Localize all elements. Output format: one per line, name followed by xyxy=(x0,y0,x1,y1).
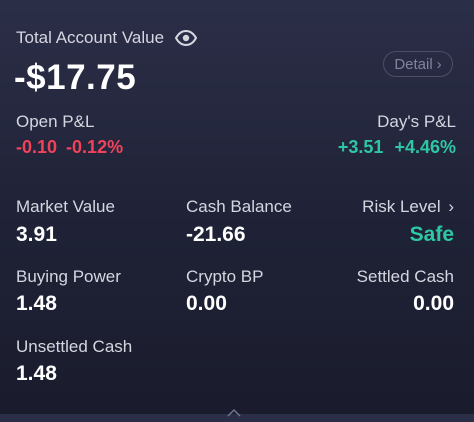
total-account-value-label: Total Account Value xyxy=(16,28,165,47)
crypto-bp-label: Crypto BP xyxy=(186,267,264,286)
buying-power-value: 1.48 xyxy=(16,292,57,315)
chevron-right-icon: › xyxy=(436,55,442,73)
days-pl-amount: +3.51 xyxy=(337,137,384,157)
market-value-label: Market Value xyxy=(16,197,115,216)
total-account-value: -$17.75 xyxy=(14,58,137,97)
open-pl-percent: -0.12% xyxy=(66,137,124,157)
buying-power-label: Buying Power xyxy=(16,267,121,286)
chevron-right-icon: › xyxy=(448,197,454,216)
risk-level-link[interactable]: Risk Level › xyxy=(362,197,454,217)
open-pl-values: -0.10 -0.12% xyxy=(16,137,123,158)
detail-button[interactable]: Detail › xyxy=(383,51,453,77)
settled-cash-value: 0.00 xyxy=(413,292,454,315)
chevron-up-icon[interactable] xyxy=(226,404,242,417)
risk-level-value: Safe xyxy=(409,223,454,246)
cash-balance-value: -21.66 xyxy=(186,223,246,246)
days-pl-values: +3.51 +4.46% xyxy=(338,137,456,158)
cash-balance-label: Cash Balance xyxy=(186,197,292,216)
settled-cash-label: Settled Cash xyxy=(356,267,454,286)
eye-icon[interactable] xyxy=(174,29,198,47)
risk-level-label: Risk Level xyxy=(362,197,441,216)
unsettled-cash-label: Unsettled Cash xyxy=(16,337,133,356)
market-value: 3.91 xyxy=(16,223,57,246)
open-pl-amount: -0.10 xyxy=(16,137,58,157)
open-pl-label: Open P&L xyxy=(16,112,95,131)
days-pl-label: Day's P&L xyxy=(377,112,456,131)
days-pl-percent: +4.46% xyxy=(394,137,456,157)
unsettled-cash-value: 1.48 xyxy=(16,362,57,385)
detail-label: Detail xyxy=(394,55,433,73)
total-account-value-header: Total Account Value xyxy=(16,28,198,48)
crypto-bp-value: 0.00 xyxy=(186,292,227,315)
